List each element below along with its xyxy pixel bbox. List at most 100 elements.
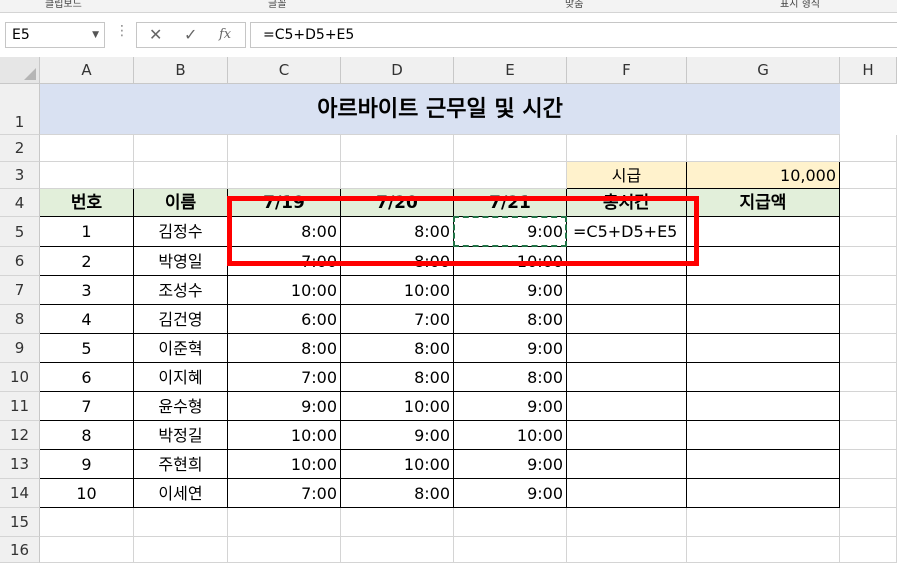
table-cell-hours[interactable]: 10:00: [454, 247, 567, 276]
row-header-10[interactable]: 10: [0, 363, 40, 392]
table-cell-number[interactable]: 1: [40, 217, 134, 247]
table-cell-hours[interactable]: 8:00: [341, 363, 454, 392]
table-header-7[interactable]: 지급액: [687, 189, 840, 217]
table-cell-number[interactable]: 4: [40, 305, 134, 334]
table-cell-hours[interactable]: 9:00: [454, 450, 567, 479]
table-cell-hours[interactable]: 8:00: [228, 334, 341, 363]
table-header-2[interactable]: 이름: [134, 189, 228, 217]
table-cell-name[interactable]: 김건영: [134, 305, 228, 334]
table-cell-hours[interactable]: 9:00: [454, 276, 567, 305]
empty-cell[interactable]: [840, 363, 897, 392]
empty-cell[interactable]: [840, 392, 897, 421]
empty-cell[interactable]: [134, 508, 228, 537]
empty-cell[interactable]: [840, 479, 897, 508]
empty-cell[interactable]: [40, 135, 134, 162]
sheet-title[interactable]: 아르바이트 근무일 및 시간: [40, 84, 840, 135]
insert-function-icon[interactable]: fx: [219, 27, 231, 42]
row-header-7[interactable]: 7: [0, 276, 40, 305]
row-header-4[interactable]: 4: [0, 189, 40, 217]
table-cell-number[interactable]: 5: [40, 334, 134, 363]
row-header-15[interactable]: 15: [0, 508, 40, 537]
table-cell-name[interactable]: 조성수: [134, 276, 228, 305]
table-cell-hours[interactable]: 8:00: [341, 334, 454, 363]
table-cell-total-hours[interactable]: [567, 392, 687, 421]
table-cell-hours[interactable]: 7:00: [228, 479, 341, 508]
table-cell-payment[interactable]: [687, 363, 840, 392]
empty-cell[interactable]: [840, 189, 897, 217]
table-cell-number[interactable]: 2: [40, 247, 134, 276]
empty-cell[interactable]: [687, 135, 840, 162]
table-cell-payment[interactable]: [687, 450, 840, 479]
table-cell-payment[interactable]: [687, 247, 840, 276]
empty-cell[interactable]: [567, 537, 687, 563]
table-cell-total-hours[interactable]: [567, 421, 687, 450]
empty-cell[interactable]: [840, 247, 897, 276]
table-cell-number[interactable]: 8: [40, 421, 134, 450]
empty-cell[interactable]: [228, 537, 341, 563]
table-cell-number[interactable]: 3: [40, 276, 134, 305]
column-header-f[interactable]: F: [567, 57, 687, 84]
table-cell-total-hours[interactable]: [567, 334, 687, 363]
table-cell-hours[interactable]: 7:00: [341, 305, 454, 334]
empty-cell[interactable]: [567, 135, 687, 162]
table-header-4[interactable]: 7/20: [341, 189, 454, 217]
row-header-8[interactable]: 8: [0, 305, 40, 334]
table-cell-hours[interactable]: 10:00: [228, 276, 341, 305]
table-cell-payment[interactable]: [687, 334, 840, 363]
empty-cell[interactable]: [454, 135, 567, 162]
table-cell-total-hours[interactable]: =C5+D5+E5: [567, 217, 687, 247]
select-all-button[interactable]: [0, 57, 40, 84]
row-header-16[interactable]: 16: [0, 537, 40, 563]
table-cell-hours[interactable]: 9:00: [341, 421, 454, 450]
empty-cell[interactable]: [840, 162, 897, 189]
row-header-5[interactable]: 5: [0, 217, 40, 247]
table-cell-total-hours[interactable]: [567, 450, 687, 479]
table-cell-payment[interactable]: [687, 276, 840, 305]
column-header-b[interactable]: B: [134, 57, 228, 84]
row-header-2[interactable]: 2: [0, 135, 40, 162]
worksheet-grid[interactable]: A B C D E F G H 1 2 3 4 5 6 7 8 9 10 11 12 13 14 15 16 아르바이트 근무일…: [0, 57, 897, 563]
column-header-h[interactable]: H: [840, 57, 897, 84]
table-cell-payment[interactable]: [687, 392, 840, 421]
table-cell-number[interactable]: 9: [40, 450, 134, 479]
empty-cell[interactable]: [687, 537, 840, 563]
table-cell-total-hours[interactable]: [567, 363, 687, 392]
empty-cell[interactable]: [341, 135, 454, 162]
empty-cell[interactable]: [40, 508, 134, 537]
table-cell-name[interactable]: 주현희: [134, 450, 228, 479]
table-header-3[interactable]: 7/19: [228, 189, 341, 217]
table-cell-hours[interactable]: 10:00: [228, 421, 341, 450]
table-cell-hours[interactable]: 10:00: [341, 450, 454, 479]
row-header-13[interactable]: 13: [0, 450, 40, 479]
table-cell-hours[interactable]: 9:00: [454, 392, 567, 421]
table-cell-name[interactable]: 이지혜: [134, 363, 228, 392]
empty-cell[interactable]: [840, 135, 897, 162]
table-cell-hours[interactable]: 10:00: [454, 421, 567, 450]
cancel-icon[interactable]: ✕: [149, 25, 162, 44]
empty-cell[interactable]: [840, 421, 897, 450]
enter-icon[interactable]: ✓: [184, 25, 197, 44]
table-cell-name[interactable]: 윤수형: [134, 392, 228, 421]
table-cell-hours[interactable]: 6:00: [228, 305, 341, 334]
chevron-down-icon[interactable]: ▼: [92, 23, 99, 47]
table-cell-total-hours[interactable]: [567, 276, 687, 305]
empty-cell[interactable]: [454, 162, 567, 189]
table-cell-payment[interactable]: [687, 479, 840, 508]
column-header-e[interactable]: E: [454, 57, 567, 84]
name-box[interactable]: E5 ▼: [5, 22, 105, 48]
column-header-g[interactable]: G: [687, 57, 840, 84]
table-cell-number[interactable]: 10: [40, 479, 134, 508]
table-cell-name[interactable]: 김정수: [134, 217, 228, 247]
row-header-9[interactable]: 9: [0, 334, 40, 363]
table-cell-name[interactable]: 이세연: [134, 479, 228, 508]
empty-cell[interactable]: [341, 162, 454, 189]
empty-cell[interactable]: [341, 537, 454, 563]
column-header-a[interactable]: A: [40, 57, 134, 84]
empty-cell[interactable]: [228, 508, 341, 537]
empty-cell[interactable]: [40, 162, 134, 189]
table-cell-hours[interactable]: 8:00: [341, 247, 454, 276]
ribbon-group-number[interactable]: 표시 형식: [780, 0, 820, 10]
table-header-1[interactable]: 번호: [40, 189, 134, 217]
column-header-c[interactable]: C: [228, 57, 341, 84]
empty-cell[interactable]: [454, 537, 567, 563]
